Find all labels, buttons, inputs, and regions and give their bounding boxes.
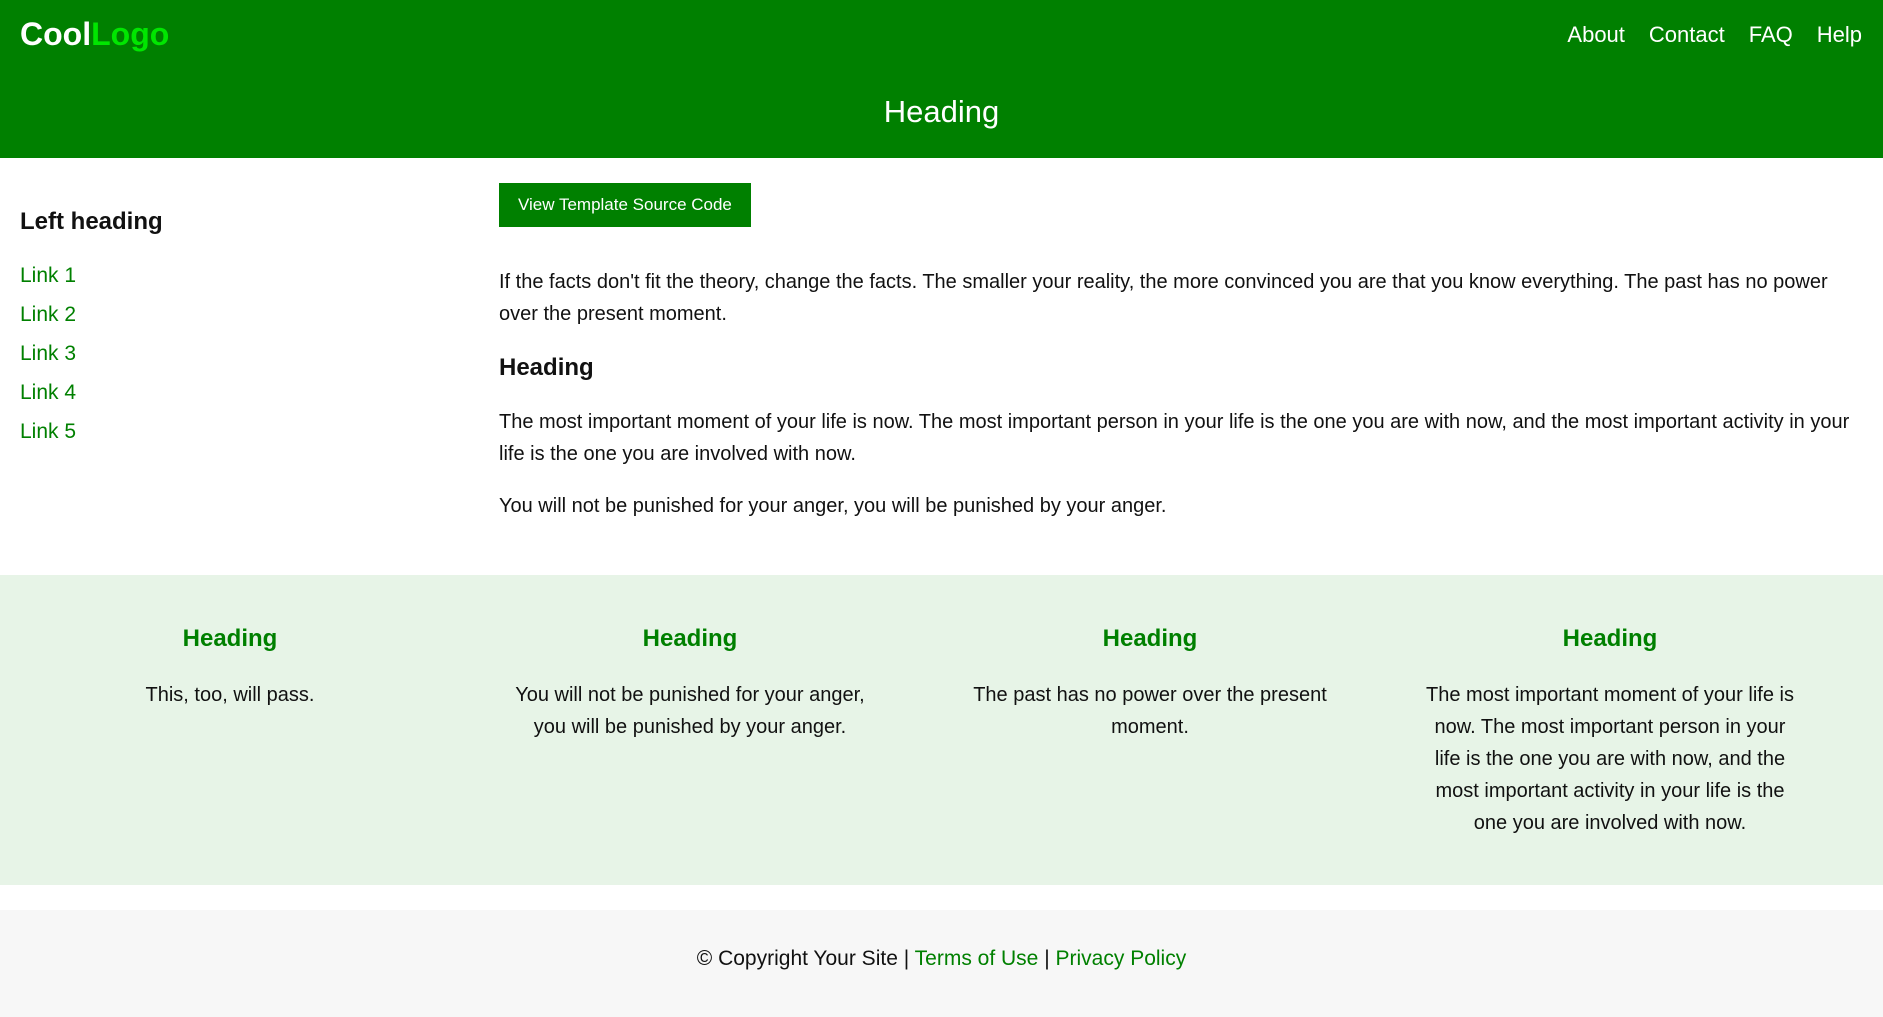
feature-column-2: Heading You will not be punished for you… xyxy=(460,575,920,885)
site-footer: © Copyright Your Site | Terms of Use | P… xyxy=(0,910,1883,1017)
logo-text-logo: Logo xyxy=(91,16,170,52)
feature-heading: Heading xyxy=(182,625,278,652)
content-heading: Heading xyxy=(499,354,594,381)
logo-text-cool: Cool xyxy=(20,16,92,52)
content-paragraph-2: The most important moment of your life i… xyxy=(499,411,1850,465)
left-sidebar: Left heading Link 1 Link 2 Link 3 Link 4… xyxy=(20,208,460,459)
feature-column-3: Heading The past has no power over the p… xyxy=(920,575,1380,885)
feature-heading: Heading xyxy=(642,625,738,652)
footer-spacer xyxy=(0,885,1883,910)
sidebar-link-4[interactable]: Link 4 xyxy=(20,381,76,404)
sidebar-link-2[interactable]: Link 2 xyxy=(20,303,76,326)
terms-of-use-link[interactable]: Terms of Use xyxy=(915,947,1039,970)
feature-text: The past has no power over the present m… xyxy=(973,684,1327,738)
feature-heading: Heading xyxy=(1102,625,1198,652)
feature-band: Heading This, too, will pass. Heading Yo… xyxy=(0,575,1883,885)
sidebar-link-5[interactable]: Link 5 xyxy=(20,420,76,443)
view-source-button[interactable]: View Template Source Code xyxy=(499,183,751,227)
sidebar-item: Link 5 xyxy=(20,420,460,444)
footer-separator: | xyxy=(1044,947,1050,970)
sidebar-item: Link 2 xyxy=(20,303,460,327)
footer-separator: | xyxy=(903,947,910,970)
nav-link-contact[interactable]: Contact xyxy=(1649,22,1725,48)
site-header: CoolLogo About Contact FAQ Help Heading xyxy=(0,0,1883,158)
sidebar-item: Link 1 xyxy=(20,264,460,288)
main-content: View Template Source Code If the facts d… xyxy=(499,183,1859,522)
page-title: Heading xyxy=(883,94,1000,129)
privacy-policy-link[interactable]: Privacy Policy xyxy=(1056,947,1187,970)
top-navigation: About Contact FAQ Help xyxy=(1543,22,1862,48)
site-logo[interactable]: CoolLogo xyxy=(20,16,169,53)
copyright-text: © Copyright Your Site xyxy=(696,947,898,970)
sidebar-link-list: Link 1 Link 2 Link 3 Link 4 Link 5 xyxy=(20,264,460,444)
nav-link-about[interactable]: About xyxy=(1567,22,1625,48)
nav-link-help[interactable]: Help xyxy=(1817,22,1862,48)
feature-text: You will not be punished for your anger,… xyxy=(515,684,865,738)
nav-link-faq[interactable]: FAQ xyxy=(1749,22,1793,48)
feature-text: The most important moment of your life i… xyxy=(1426,684,1794,834)
feature-column-4: Heading The most important moment of you… xyxy=(1380,575,1840,885)
sidebar-link-3[interactable]: Link 3 xyxy=(20,342,76,365)
feature-heading: Heading xyxy=(1562,625,1658,652)
sidebar-heading: Left heading xyxy=(20,208,163,235)
feature-column-1: Heading This, too, will pass. xyxy=(0,575,460,885)
sidebar-item: Link 4 xyxy=(20,381,460,405)
content-paragraph-1: If the facts don't fit the theory, chang… xyxy=(499,271,1828,325)
main-section: Left heading Link 1 Link 2 Link 3 Link 4… xyxy=(0,158,1883,575)
sidebar-link-1[interactable]: Link 1 xyxy=(20,264,76,287)
sidebar-item: Link 3 xyxy=(20,342,460,366)
feature-text: This, too, will pass. xyxy=(145,684,315,706)
content-paragraph-3: You will not be punished for your anger,… xyxy=(499,495,1167,517)
